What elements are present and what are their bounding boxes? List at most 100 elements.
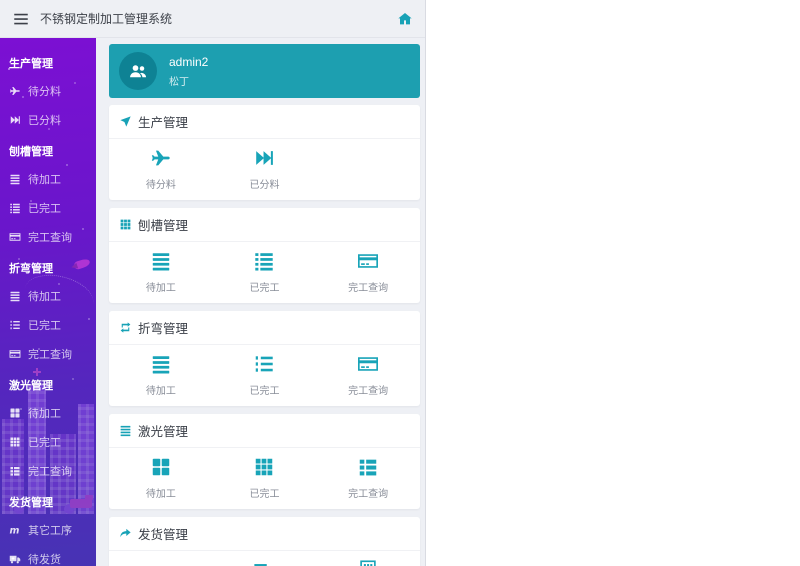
sidebar-item[interactable]: 已完工 [0,427,96,456]
module-card: 折弯管理待加工 已完工 完工查询 [109,311,420,406]
users-icon [128,61,148,81]
card-title: 刨槽管理 [138,215,188,234]
card-grid: 待分料 已分料 [109,139,420,200]
ordered-list-icon [253,353,275,375]
card-title: 折弯管理 [138,318,188,337]
module-entry[interactable]: 已分料 [213,147,317,191]
module-entry[interactable]: 已发货 [316,559,420,566]
plane-icon [150,147,172,169]
sidebar-item-label: 完工查询 [28,463,72,479]
sidebar-item[interactable]: 已完工 [0,193,96,222]
m-letter-icon: m [9,524,21,536]
sidebar-item[interactable]: 待加工 [0,398,96,427]
plane-icon [9,85,21,97]
module-entry-label: 待分料 [146,176,176,191]
module-entry[interactable]: 待分料 [109,147,213,191]
grid3-icon [9,436,21,448]
sidebar-item-label: 待发货 [28,551,61,566]
send-icon [119,115,132,128]
app-title: 不锈钢定制加工管理系统 [40,10,397,27]
module-entry-label: 完工查询 [348,382,388,397]
module-entry-label: 已分料 [249,176,279,191]
sidebar-item-label: 已完工 [28,317,61,333]
sidebar-item-label: 待分料 [28,83,61,99]
repeat-icon [119,321,132,334]
home-icon[interactable] [397,11,413,27]
module-entry[interactable]: 待发货 [213,559,317,566]
module-entry[interactable]: 待加工 [109,250,213,294]
card-icon [9,348,21,360]
card-header: 生产管理 [109,105,420,139]
module-entry-label: 已完工 [249,485,279,500]
sidebar-item[interactable]: m其它工序 [0,515,96,544]
card-grid: 待加工 已完工 完工查询 [109,345,420,406]
sidebar-item[interactable]: 完工查询 [0,456,96,485]
card-header: 刨槽管理 [109,208,420,242]
top-bar: 不锈钢定制加工管理系统 [0,0,425,38]
sidebar-item-label: 待加工 [28,171,61,187]
sidebar-section-label: 生产管理 [0,46,96,76]
card-title: 激光管理 [138,421,188,440]
module-entry-label: 已完工 [249,382,279,397]
card-title: 发货管理 [138,524,188,543]
username: admin2 [169,55,208,69]
lines-icon [9,173,21,185]
sidebar-item-label: 完工查询 [28,229,72,245]
grid2-icon [150,456,172,478]
list-rows-icon [9,465,21,477]
lines-icon [9,290,21,302]
module-card: 刨槽管理待加工 已完工 完工查询 [109,208,420,303]
sidebar-item[interactable]: 待加工 [0,164,96,193]
module-entry[interactable]: 完工查询 [316,456,420,500]
module-entry-label: 待加工 [146,485,176,500]
sidebar-item[interactable]: 完工查询 [0,222,96,251]
card-grid: m其它工序待发货已发货 [109,551,420,566]
module-entry-label: 待加工 [146,382,176,397]
module-entry[interactable]: 待加工 [109,456,213,500]
building-icon [357,559,379,566]
sidebar-item-label: 已完工 [28,200,61,216]
sidebar-section-label: 激光管理 [0,368,96,398]
svg-text:m: m [10,525,20,536]
list-rows-icon [357,456,379,478]
share-icon [119,527,132,540]
main-content: admin2 松丁 生产管理待分料已分料刨槽管理待加工已完工完工查询折弯管理待加… [96,38,425,566]
module-entry[interactable]: 完工查询 [316,353,420,397]
list-icon [253,250,275,272]
sidebar-section-label: 折弯管理 [0,251,96,281]
module-entry[interactable]: m其它工序 [109,559,213,566]
lines-icon [150,353,172,375]
sidebar-item[interactable]: 完工查询 [0,339,96,368]
sidebar-section-label: 刨槽管理 [0,134,96,164]
module-entry[interactable]: 待加工 [109,353,213,397]
user-card[interactable]: admin2 松丁 [109,44,420,98]
sidebar-section-label: 发货管理 [0,485,96,515]
lines-icon [119,424,132,437]
forward-icon [9,114,21,126]
ordered-list-icon [9,319,21,331]
card-icon [357,250,379,272]
module-entry[interactable]: 已完工 [213,250,317,294]
module-entry-label: 已完工 [249,279,279,294]
menu-icon[interactable] [12,10,30,28]
grid3-icon [119,218,132,231]
module-entry[interactable]: 完工查询 [316,250,420,294]
card-title: 生产管理 [138,112,188,131]
module-entry[interactable]: 已完工 [213,456,317,500]
module-entry-label: 完工查询 [348,279,388,294]
sidebar-item[interactable]: 已分料 [0,105,96,134]
module-entry[interactable]: 已完工 [213,353,317,397]
module-entry-label: 待加工 [146,279,176,294]
sidebar-item[interactable]: 待分料 [0,76,96,105]
sidebar-item[interactable]: 待加工 [0,281,96,310]
module-card: 激光管理待加工 已完工 完工查询 [109,414,420,509]
svg-text:m: m [151,561,169,566]
sidebar-item[interactable]: 待发货 [0,544,96,566]
truck-icon [9,553,21,565]
app-window: 不锈钢定制加工管理系统 生产管理待分料已分料刨槽管理待加工已完工完工查询折弯管理… [0,0,426,566]
sidebar-item-label: 已分料 [28,112,61,128]
card-header: 激光管理 [109,414,420,448]
section-cards: 生产管理待分料已分料刨槽管理待加工已完工完工查询折弯管理待加工已完工完工查询激光… [109,105,420,566]
avatar [119,52,157,90]
sidebar-item[interactable]: 已完工 [0,310,96,339]
